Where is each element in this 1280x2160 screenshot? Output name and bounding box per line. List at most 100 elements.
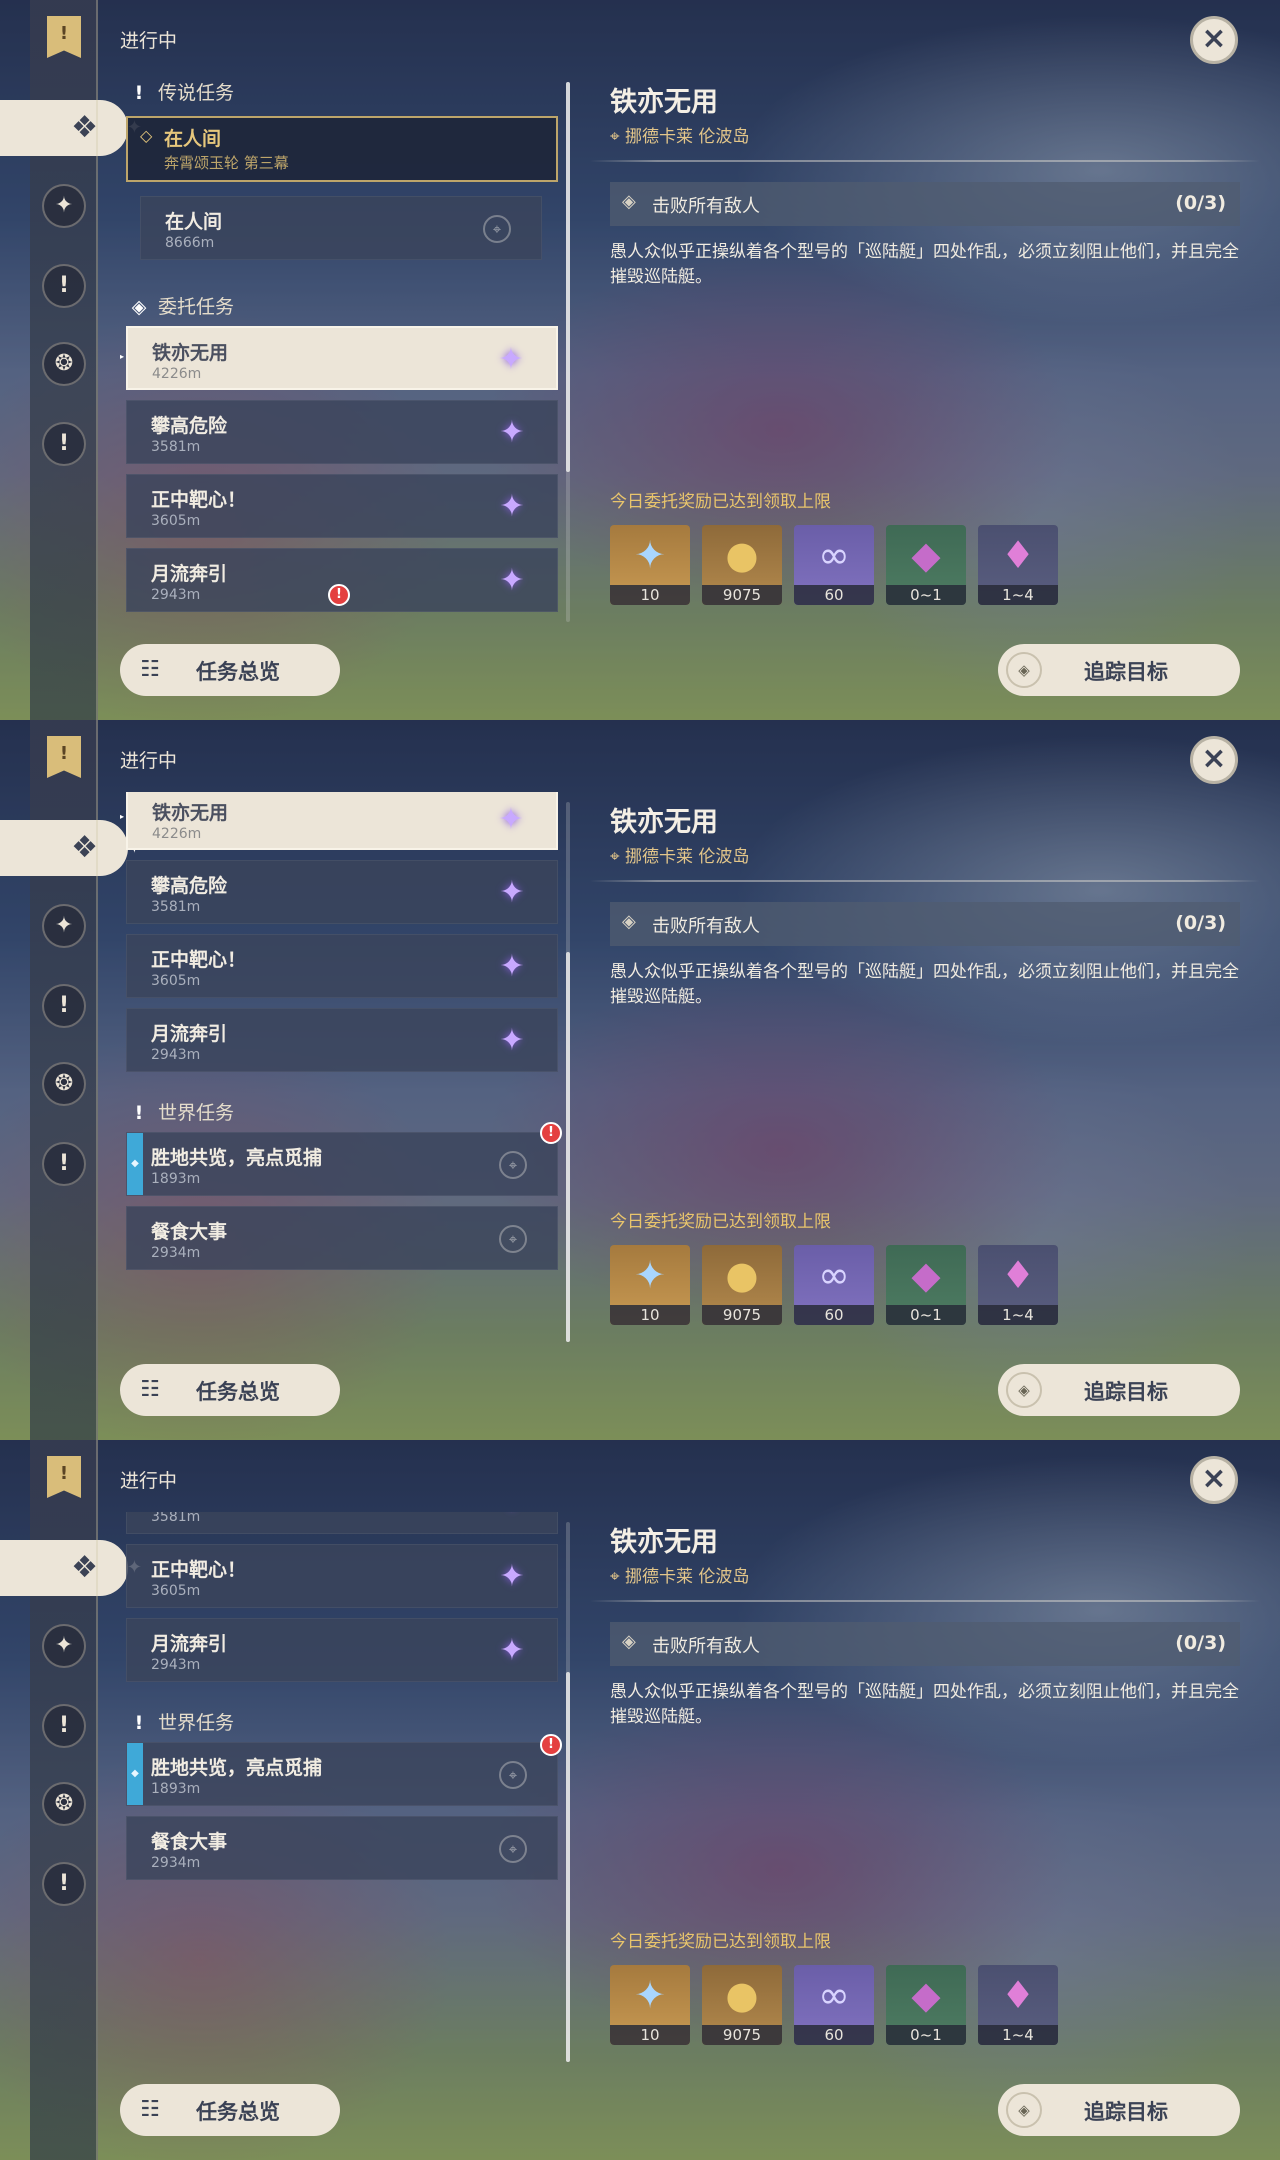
button-label: 任务总览 (196, 2100, 280, 2124)
quest-list[interactable]: 攀高危险 3581m ✦ 正中靶心！ 3605m ✦ 月流奔引 2943m ✦ … (120, 1512, 570, 2052)
alert-quest-tab[interactable]: ! (42, 422, 86, 466)
exclamation-icon: ! (134, 82, 144, 104)
world-quest-tab[interactable]: ! (42, 264, 86, 308)
commission-card[interactable]: 正中靶心！ 3605m ✦ (126, 1544, 558, 1608)
close-button[interactable]: × (1190, 736, 1238, 784)
quest-list-icon: ☷ (140, 1377, 160, 1402)
legend-quest-icon: ◇ (140, 126, 153, 145)
story-quest-tab[interactable]: ✦ (42, 904, 86, 948)
commission-card-selected[interactable]: 铁亦无用 4226m ✦ (120, 326, 558, 390)
quest-book-icon[interactable]: ! (47, 16, 81, 58)
quest-overview-button[interactable]: ☷ 任务总览 (120, 644, 340, 696)
close-button[interactable]: × (1190, 1456, 1238, 1504)
reward-count: 0~1 (886, 1305, 966, 1325)
reward-item[interactable]: ✦ 10 (610, 525, 690, 605)
quest-overview-button[interactable]: ☷ 任务总览 (120, 1364, 340, 1416)
reward-item[interactable]: ● 9075 (702, 1965, 782, 2045)
legend-step-card[interactable]: 在人间 8666m ⌖ (140, 196, 542, 260)
track-target-button[interactable]: ◈ 追踪目标 (998, 1364, 1240, 1416)
world-quest-tab[interactable]: ! (42, 984, 86, 1028)
event-icon: ❂ (54, 351, 74, 376)
scroll-thumb[interactable] (566, 82, 570, 472)
reward-count: 9075 (702, 585, 782, 605)
story-quest-tab[interactable]: ✦ (42, 1624, 86, 1668)
track-target-button[interactable]: ◈ 追踪目标 (998, 2084, 1240, 2136)
alert-badge-icon: ! (328, 584, 350, 606)
reward-count: 9075 (702, 2025, 782, 2045)
event-quest-tab[interactable]: ❂ (42, 1062, 86, 1106)
story-quest-tab[interactable]: ✦ (42, 184, 86, 228)
commission-card[interactable]: 攀高危险 3581m ✦ (126, 860, 558, 924)
quest-title: 攀高危险 (151, 875, 228, 897)
quest-title: 在人间 (164, 128, 222, 150)
reward-item[interactable]: ∞ 60 (794, 525, 874, 605)
world-icon: ! (58, 1713, 70, 1738)
quest-overview-button[interactable]: ☷ 任务总览 (120, 2084, 340, 2136)
scrollbar[interactable] (566, 802, 570, 1342)
commission-card-selected[interactable]: 铁亦无用 4226m ✦ (120, 792, 558, 850)
commission-tab[interactable]: ❖✦ (0, 820, 142, 876)
reward-item[interactable]: ✦ 10 (610, 1245, 690, 1325)
world-quest-card[interactable]: ◆ 胜地共览，亮点觅捕 1893m ⌖ (126, 1742, 558, 1806)
reward-item[interactable]: ● 9075 (702, 525, 782, 605)
commission-tab[interactable]: ❖✦ (0, 1540, 142, 1596)
quest-title: 攀高危险 (151, 415, 228, 437)
alert-quest-tab[interactable]: ! (42, 1142, 86, 1186)
track-target-button[interactable]: ◈ 追踪目标 (998, 644, 1240, 696)
quest-distance: 8666m (165, 235, 215, 251)
world-icon: ! (58, 993, 70, 1018)
quest-list-icon: ☷ (140, 2097, 160, 2122)
commission-card[interactable]: 月流奔引 2943m ✦ (126, 1008, 558, 1072)
commission-card[interactable]: 月流奔引 2943m ✦ (126, 1618, 558, 1682)
mora-icon: ● (725, 533, 759, 577)
commission-card[interactable]: 攀高危险 3581m ✦ (126, 400, 558, 464)
scrollbar[interactable] (566, 1522, 570, 2062)
scroll-thumb[interactable] (566, 952, 570, 1342)
event-quest-tab[interactable]: ❂ (42, 342, 86, 386)
scroll-thumb[interactable] (566, 1672, 570, 2062)
reward-item[interactable]: ∞ 60 (794, 1245, 874, 1325)
objective-row: ◈ 击败所有敌人 (0/3) (610, 1622, 1240, 1666)
alert-quest-tab[interactable]: ! (42, 1862, 86, 1906)
reward-count: 10 (610, 585, 690, 605)
quest-distance: 3581m (151, 899, 201, 915)
adventure-exp-icon: ✦ (634, 1253, 666, 1297)
scrollbar[interactable] (566, 82, 570, 622)
reward-count: 1~4 (978, 2025, 1058, 2045)
reward-item[interactable]: ♦ 1~4 (978, 1965, 1058, 2045)
close-button[interactable]: × (1190, 16, 1238, 64)
commission-tab[interactable]: ❖✦ (0, 100, 142, 156)
reward-count: 10 (610, 2025, 690, 2045)
friendship-exp-icon: ∞ (818, 533, 850, 577)
world-quest-card[interactable]: 餐食大事 2934m ⌖ (126, 1206, 558, 1270)
quest-book-icon[interactable]: ! (47, 1456, 81, 1498)
reward-item[interactable]: ♦ 1~4 (978, 1245, 1058, 1325)
reward-item[interactable]: ◆ 0~1 (886, 1965, 966, 2045)
quest-book-icon[interactable]: ! (47, 736, 81, 778)
section-legend-header: ! 传说任务 (130, 78, 234, 108)
commission-card[interactable]: 正中靶心！ 3605m ✦ (126, 934, 558, 998)
world-quest-tab[interactable]: ! (42, 1704, 86, 1748)
reward-item[interactable]: ◆ 0~1 (886, 525, 966, 605)
commission-card[interactable]: 正中靶心！ 3605m ✦ (126, 474, 558, 538)
reward-item[interactable]: ✦ 10 (610, 1965, 690, 2045)
reward-item[interactable]: ◆ 0~1 (886, 1245, 966, 1325)
world-quest-card[interactable]: 餐食大事 2934m ⌖ (126, 1816, 558, 1880)
commission-card[interactable]: 攀高危险 3581m ✦ (126, 1512, 558, 1534)
legend-quest-card[interactable]: ◇ 在人间 奔霄颂玉轮 第三幕 (126, 116, 558, 182)
commission-star-icon: ✦ (499, 1633, 525, 1668)
event-quest-tab[interactable]: ❂ (42, 1782, 86, 1826)
detail-title: 铁亦无用 (610, 87, 718, 118)
reward-item[interactable]: ● 9075 (702, 1245, 782, 1325)
button-label: 追踪目标 (1084, 2100, 1168, 2124)
quest-list[interactable]: ! 传说任务 ◇ 在人间 奔霄颂玉轮 第三幕 在人间 8666m ⌖ ◈ 委托任务 … (120, 72, 570, 612)
detail-location: ⌖ 挪德卡莱 伦波岛 (610, 1567, 750, 1587)
quest-list[interactable]: 铁亦无用 4226m ✦ 攀高危险 3581m ✦ 正中靶心！ 3605m ✦ … (120, 792, 570, 1332)
reward-item[interactable]: ♦ 1~4 (978, 525, 1058, 605)
button-label: 任务总览 (196, 660, 280, 684)
quest-title: 月流奔引 (151, 1633, 228, 1655)
world-quest-card[interactable]: ◆ 胜地共览，亮点觅捕 1893m ⌖ (126, 1132, 558, 1196)
friendship-exp-icon: ∞ (818, 1973, 850, 2017)
reward-item[interactable]: ∞ 60 (794, 1965, 874, 2045)
commission-star-icon: ✦ (498, 802, 524, 837)
